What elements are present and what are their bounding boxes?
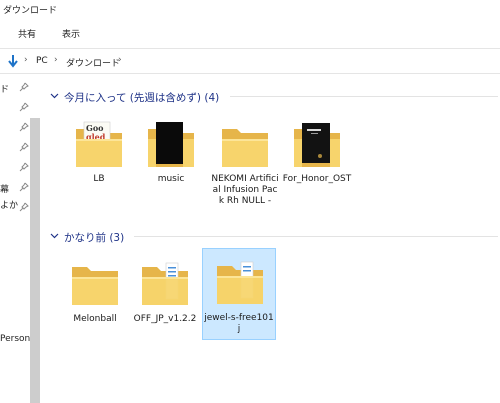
pin-icon [19, 182, 29, 192]
chevron-down-icon[interactable] [50, 231, 59, 240]
pin-icon [19, 102, 29, 112]
group-label: 今月に入って (先週は含めず) (4) [64, 92, 220, 104]
down-arrow-icon[interactable] [7, 54, 19, 68]
breadcrumb-sep: › [118, 55, 122, 65]
pin-icon [19, 82, 29, 92]
folder-icon [217, 261, 263, 304]
nav-scrollbar[interactable] [30, 118, 40, 403]
group-label: かなり前 (3) [64, 232, 125, 244]
pin-icon [19, 122, 29, 132]
folder-icon [148, 122, 194, 167]
folder-icon [294, 123, 340, 167]
ribbon: 共有 表示 [0, 24, 500, 42]
file-list[interactable]: 今月に入って (先週は含めず) (4) Goo gled LB music NE… [44, 74, 500, 403]
folder-item[interactable]: OFF_JP_v1.2.2 [130, 252, 200, 326]
nav-fragment[interactable]: 幕 [0, 182, 9, 195]
folder-icon: Goo gled [76, 121, 122, 167]
folder-name: music [157, 174, 185, 184]
folder-item[interactable]: For_Honor_OST [282, 114, 352, 198]
folder-item[interactable]: NEKOMI Artificial Infusion Pack Rh NULL … [210, 114, 280, 224]
folder-name: For_Honor_OST [282, 174, 352, 184]
breadcrumb-pc[interactable]: PC [36, 56, 48, 66]
group-header-long-ago[interactable]: かなり前 (3) [50, 228, 498, 244]
nav-fragment[interactable]: Person [0, 334, 30, 344]
group-divider [134, 236, 498, 237]
window-title: ダウンロード [3, 6, 58, 16]
tab-view[interactable]: 表示 [62, 27, 80, 40]
tab-share[interactable]: 共有 [18, 27, 36, 40]
navigation-pane[interactable]: ド 幕 よか Person [0, 74, 44, 403]
group-divider [230, 96, 498, 97]
address-bar[interactable]: › PC › ダウンロード › [0, 48, 500, 74]
folder-item[interactable]: Goo gled LB [64, 114, 134, 186]
pin-icon [19, 162, 29, 172]
breadcrumb-sep: › [54, 55, 58, 65]
folder-name: jewel-s-free101j [204, 313, 274, 334]
folder-name: LB [93, 174, 105, 184]
folder-icon [222, 129, 268, 167]
chevron-down-icon[interactable] [50, 91, 59, 100]
folder-item[interactable]: music [136, 114, 206, 186]
nav-fragment[interactable]: ド [0, 82, 9, 95]
folder-name: Melonball [73, 314, 117, 324]
pin-icon [19, 142, 29, 152]
folder-icon [72, 267, 118, 305]
folder-item[interactable]: Melonball [60, 252, 130, 326]
folder-name: OFF_JP_v1.2.2 [133, 314, 197, 324]
folder-item-selected[interactable]: jewel-s-free101j [202, 248, 276, 340]
pin-icon [19, 202, 29, 212]
breadcrumb-sep: › [24, 55, 28, 65]
folder-name: NEKOMI Artificial Infusion Pack Rh NULL … [211, 174, 279, 206]
folder-icon [142, 262, 188, 305]
breadcrumb-downloads[interactable]: ダウンロード [66, 56, 120, 69]
group-header-this-month[interactable]: 今月に入って (先週は含めず) (4) [50, 88, 498, 104]
nav-fragment[interactable]: よか [0, 198, 18, 211]
